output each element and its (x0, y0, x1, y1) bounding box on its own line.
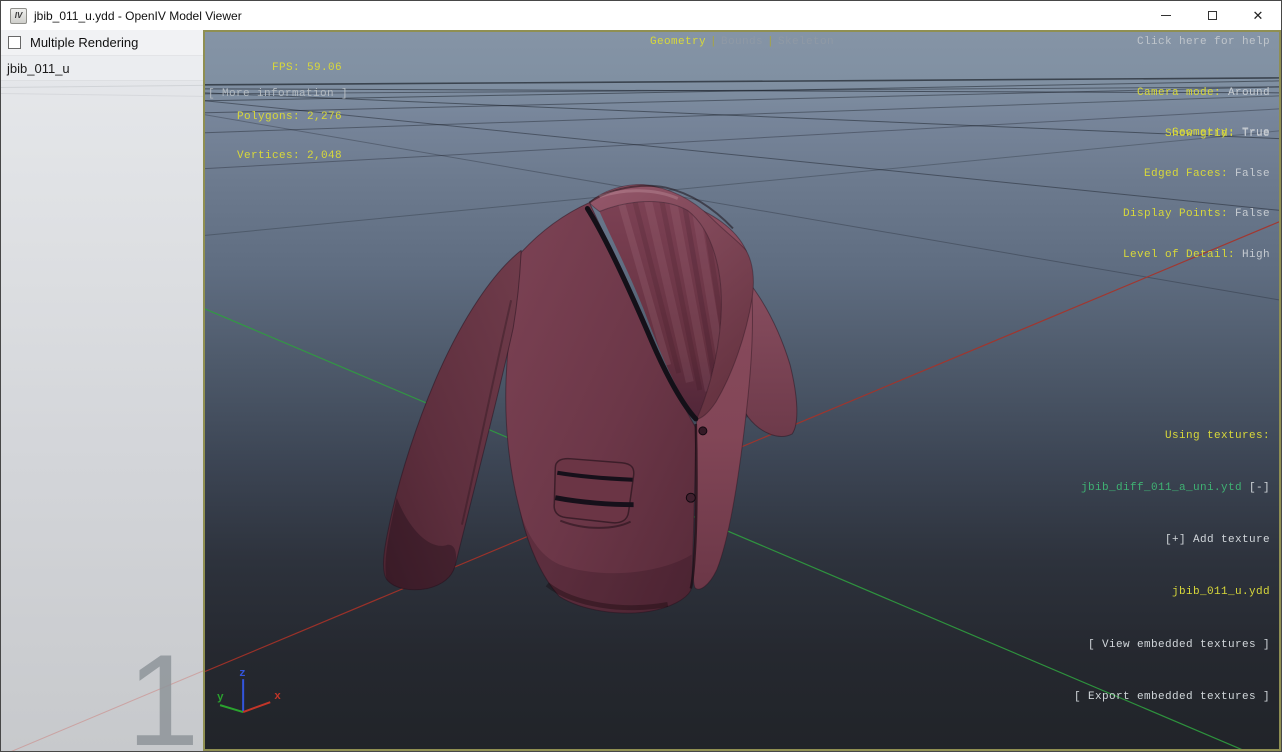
texture-file-name[interactable]: jbib_diff_011_a_uni.ytd (1081, 482, 1242, 494)
lod-row: Level of Detail: High (1123, 249, 1270, 263)
geometry-row: Geometry: True (1123, 127, 1270, 141)
viewport-3d[interactable]: z y x FPS: 59.06 Polygons: 2,276 Vertice… (203, 30, 1281, 751)
model-list-item[interactable]: jbib_011_u (1, 56, 203, 81)
jacket-model[interactable] (383, 184, 798, 614)
edged-faces-row: Edged Faces: False (1123, 168, 1270, 182)
tab-separator: | (709, 36, 717, 48)
multiple-rendering-checkbox[interactable] (8, 36, 21, 49)
view-tabs: Geometry | Bounds | Skeleton (205, 36, 1279, 48)
minimize-icon (1161, 15, 1171, 16)
gizmo-z-label: z (239, 668, 246, 680)
stats-overlay: FPS: 59.06 Polygons: 2,276 Vertices: 2,0… (205, 36, 342, 189)
camera-mode-value: Around (1227, 87, 1270, 99)
tab-skeleton[interactable]: Skeleton (778, 36, 834, 48)
edged-faces-label: Edged Faces: (1143, 167, 1228, 180)
gizmo-y-label: y (217, 692, 224, 704)
using-textures-header: Using textures: (1164, 429, 1270, 442)
model-file-name: jbib_011_u.ydd (1171, 586, 1270, 599)
texture-row: jbib_diff_011_a_uni.ytd [-] (1074, 480, 1270, 497)
geometry-label: Geometry: (1171, 127, 1235, 139)
lod-label: Level of Detail: (1122, 248, 1235, 261)
camera-mode-row: Camera mode: Around (1137, 87, 1270, 101)
multiple-rendering-label: Multiple Rendering (30, 35, 139, 50)
display-points-label: Display Points: (1122, 208, 1228, 220)
geometry-value: True (1241, 127, 1270, 139)
maximize-icon (1207, 11, 1217, 20)
tab-bounds[interactable]: Bounds (721, 36, 763, 48)
fps-counter: FPS: 59.06 (271, 62, 342, 74)
jacket-pocket (553, 457, 635, 529)
close-button[interactable]: ✕ (1235, 1, 1281, 30)
display-points-row: Display Points: False (1123, 208, 1270, 222)
maximize-button[interactable] (1189, 1, 1235, 30)
window-title: jbib_011_u.ydd - OpenIV Model Viewer (34, 8, 242, 23)
sidebar-grid-line (1, 84, 203, 88)
title-bar: IV jbib_011_u.ydd - OpenIV Model Viewer … (1, 1, 1281, 30)
app-icon: IV (10, 7, 27, 24)
edged-faces-value: False (1234, 167, 1270, 180)
axis-gizmo: z y x (217, 668, 281, 714)
lod-watermark: 1 (127, 627, 200, 751)
more-information-link[interactable]: [ More information ] (208, 88, 348, 100)
gizmo-x-axis (242, 701, 271, 714)
export-embedded-textures-button[interactable]: [ Export embedded textures ] (1074, 689, 1270, 706)
multiple-rendering-row: Multiple Rendering (1, 30, 203, 56)
help-link[interactable]: Click here for help (1137, 36, 1270, 48)
view-embedded-textures-button[interactable]: [ View embedded textures ] (1074, 637, 1270, 654)
tab-separator: | (767, 36, 775, 48)
polygons-count: Polygons: 2,276 (236, 111, 342, 123)
textures-panel: Using textures: jbib_diff_011_a_uni.ytd … (1074, 393, 1270, 741)
gizmo-y-axis (219, 704, 244, 714)
app-window: IV jbib_011_u.ydd - OpenIV Model Viewer … (0, 0, 1282, 752)
jacket-button-bottom (685, 492, 696, 503)
sidebar-grid-line (1, 93, 203, 97)
tab-geometry[interactable]: Geometry (650, 36, 706, 48)
add-texture-button[interactable]: [+] Add texture (1074, 532, 1270, 549)
model-list-sidebar: 1 Multiple Rendering jbib_011_u (1, 30, 203, 751)
close-icon: ✕ (1252, 8, 1264, 23)
minimize-button[interactable] (1143, 1, 1189, 30)
gizmo-x-label: x (274, 691, 281, 703)
window-content: 1 Multiple Rendering jbib_011_u z y x FP… (1, 30, 1281, 751)
vertices-count: Vertices: 2,048 (236, 150, 342, 162)
camera-mode-label: Camera mode: (1136, 87, 1221, 99)
render-info: Geometry: True Edged Faces: False Displa… (1123, 100, 1270, 289)
display-points-value: False (1234, 208, 1270, 220)
jacket-button-top (698, 426, 708, 436)
window-controls: ✕ (1143, 1, 1281, 30)
remove-texture-button[interactable]: [-] (1249, 482, 1270, 494)
lod-value: High (1241, 248, 1270, 261)
